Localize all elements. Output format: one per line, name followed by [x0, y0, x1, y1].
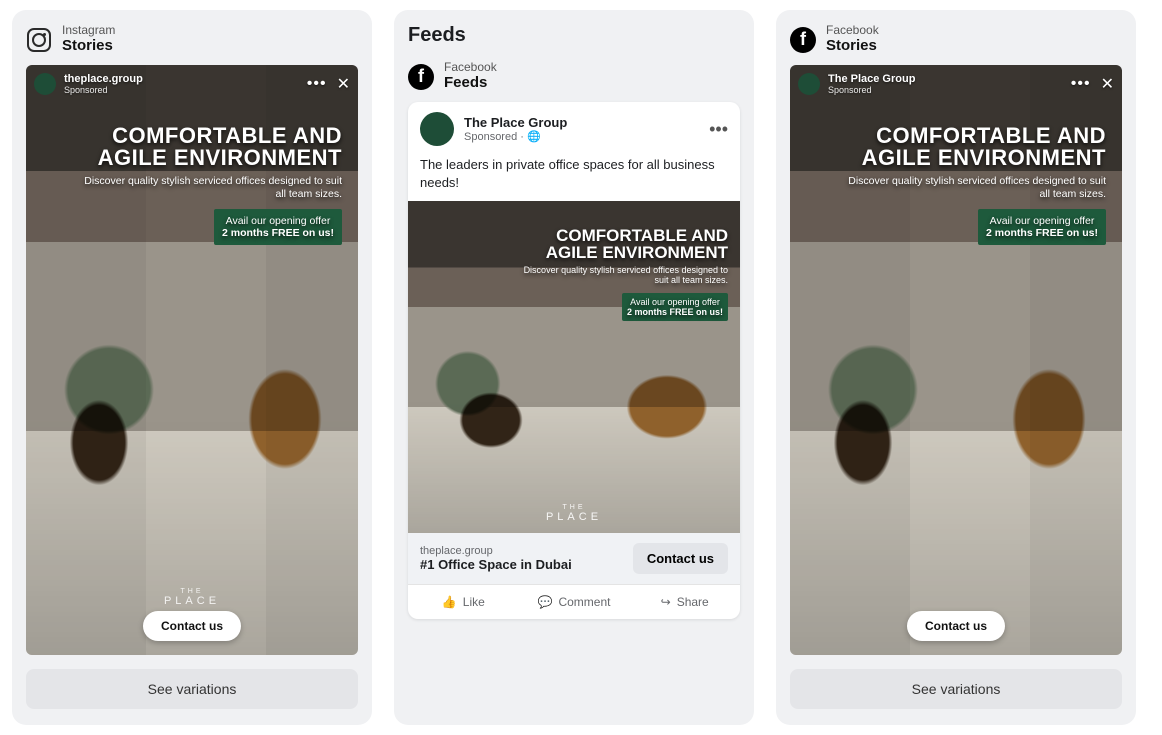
- story-topbar: The Place Group Sponsored ••• ✕: [798, 73, 1114, 95]
- page-sponsored: Sponsored · 🌐: [464, 130, 567, 143]
- ad-copy: COMFORTABLE AND AGILE ENVIRONMENT Discov…: [847, 125, 1106, 245]
- panel-header: Facebook Stories: [790, 24, 1122, 55]
- feed-card: The Place Group Sponsored · 🌐 ••• The le…: [408, 102, 740, 619]
- platform-label: Facebook Stories: [826, 24, 879, 55]
- ad-sub: Discover quality stylish serviced office…: [847, 175, 1106, 201]
- action-bar: 👍 Like 💬 Comment ↪ Share: [408, 584, 740, 619]
- cta-button[interactable]: Contact us: [633, 543, 728, 574]
- link-row: theplace.group #1 Office Space in Dubai …: [408, 533, 740, 584]
- instagram-icon: [26, 27, 52, 53]
- facebook-icon: [790, 27, 816, 53]
- more-icon[interactable]: •••: [709, 119, 728, 140]
- feed-image[interactable]: COMFORTABLE AND AGILE ENVIRONMENT Discov…: [408, 201, 740, 533]
- platform-big: Stories: [826, 37, 879, 55]
- sub-header: Facebook Feeds: [408, 61, 740, 92]
- ad-sub: Discover quality stylish serviced office…: [522, 265, 728, 285]
- avatar: [798, 73, 820, 95]
- avatar: [420, 112, 454, 146]
- like-button[interactable]: 👍 Like: [408, 585, 519, 619]
- brand-logo: THE PLACE: [164, 588, 220, 607]
- comment-button[interactable]: 💬 Comment: [519, 585, 630, 619]
- brand-logo: THE PLACE: [546, 504, 602, 523]
- link-domain: theplace.group: [420, 545, 572, 557]
- platform-big: Stories: [62, 37, 115, 55]
- panel-facebook-feeds: Feeds Facebook Feeds The Place Group Spo…: [394, 10, 754, 725]
- more-icon[interactable]: •••: [1071, 75, 1091, 93]
- platform-small: Facebook: [826, 24, 879, 37]
- ad-copy: COMFORTABLE AND AGILE ENVIRONMENT Discov…: [522, 227, 728, 321]
- page-name: The Place Group: [464, 115, 567, 130]
- ad-headline: COMFORTABLE AND AGILE ENVIRONMENT: [522, 227, 728, 261]
- cta-button[interactable]: Contact us: [907, 611, 1005, 641]
- platform-small: Facebook: [444, 61, 497, 74]
- see-variations-button[interactable]: See variations: [26, 669, 358, 709]
- story-preview[interactable]: theplace.group Sponsored ••• ✕ COMFORTAB…: [26, 65, 358, 655]
- story-account: The Place Group: [828, 73, 915, 85]
- platform-small: Instagram: [62, 24, 115, 37]
- ad-headline: COMFORTABLE AND AGILE ENVIRONMENT: [847, 125, 1106, 169]
- story-account: theplace.group: [64, 73, 143, 85]
- feeds-title: Feeds: [408, 24, 740, 47]
- story-sponsored: Sponsored: [828, 85, 915, 95]
- panel-header: Instagram Stories: [26, 24, 358, 55]
- panel-facebook-stories: Facebook Stories The Place Group Sponsor…: [776, 10, 1136, 725]
- platform-label: Instagram Stories: [62, 24, 115, 55]
- story-sponsored: Sponsored: [64, 85, 143, 95]
- ad-headline: COMFORTABLE AND AGILE ENVIRONMENT: [83, 125, 342, 169]
- ad-sub: Discover quality stylish serviced office…: [83, 175, 342, 201]
- like-icon: 👍: [442, 595, 457, 609]
- comment-icon: 💬: [538, 595, 553, 609]
- comment-label: Comment: [558, 595, 610, 609]
- close-icon[interactable]: ✕: [1101, 74, 1114, 94]
- platform-big: Feeds: [444, 74, 497, 92]
- ad-offer: Avail our opening offer 2 months FREE on…: [214, 209, 342, 245]
- more-icon[interactable]: •••: [307, 75, 327, 93]
- share-icon: ↪: [661, 595, 671, 609]
- close-icon[interactable]: ✕: [337, 74, 350, 94]
- share-label: Share: [677, 595, 709, 609]
- ad-copy: COMFORTABLE AND AGILE ENVIRONMENT Discov…: [83, 125, 342, 245]
- panel-instagram-stories: Instagram Stories theplace.group Sponsor…: [12, 10, 372, 725]
- feed-header: The Place Group Sponsored · 🌐 •••: [408, 102, 740, 150]
- avatar: [34, 73, 56, 95]
- facebook-icon: [408, 64, 434, 90]
- see-variations-button[interactable]: See variations: [790, 669, 1122, 709]
- share-button[interactable]: ↪ Share: [629, 585, 740, 619]
- story-preview[interactable]: The Place Group Sponsored ••• ✕ COMFORTA…: [790, 65, 1122, 655]
- ad-offer: Avail our opening offer 2 months FREE on…: [622, 293, 728, 321]
- story-topbar: theplace.group Sponsored ••• ✕: [34, 73, 350, 95]
- feed-body-text: The leaders in private office spaces for…: [408, 150, 740, 201]
- link-title: #1 Office Space in Dubai: [420, 557, 572, 572]
- like-label: Like: [463, 595, 485, 609]
- ad-offer: Avail our opening offer 2 months FREE on…: [978, 209, 1106, 245]
- cta-button[interactable]: Contact us: [143, 611, 241, 641]
